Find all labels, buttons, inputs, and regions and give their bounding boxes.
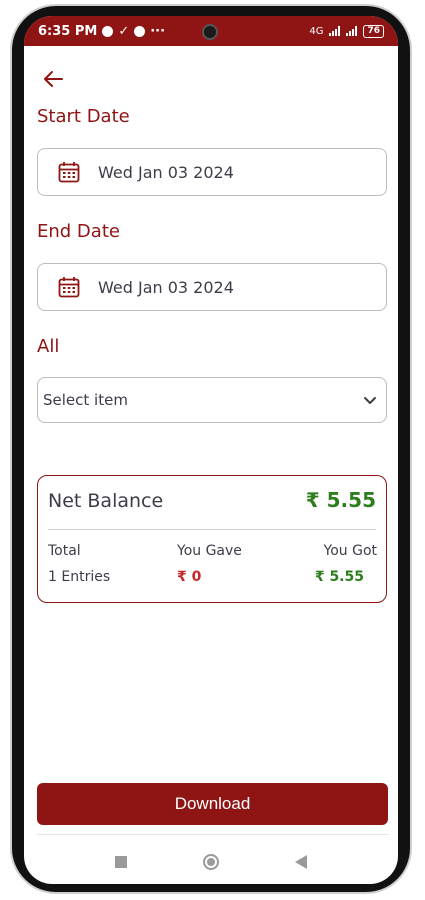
whatsapp-icon bbox=[102, 25, 114, 37]
entries-count: 1 Entries bbox=[48, 569, 111, 585]
balance-card: Net Balance ₹ 5.55 Total You Gave You Go… bbox=[37, 475, 387, 603]
category-label: All bbox=[37, 336, 60, 357]
end-date-field[interactable]: Wed Jan 03 2024 bbox=[37, 263, 387, 311]
back-arrow-icon[interactable] bbox=[42, 68, 64, 90]
start-date-field[interactable]: Wed Jan 03 2024 bbox=[37, 148, 387, 196]
camera-cutout bbox=[202, 24, 218, 40]
start-date-value: Wed Jan 03 2024 bbox=[98, 162, 234, 182]
total-label: Total bbox=[48, 543, 81, 559]
status-time: 6:35 PM bbox=[38, 23, 98, 39]
bottom-divider bbox=[37, 834, 388, 835]
card-divider bbox=[48, 529, 376, 530]
download-button[interactable]: Download bbox=[37, 783, 388, 825]
end-date-value: Wed Jan 03 2024 bbox=[98, 277, 234, 297]
check-icon: ✓ bbox=[118, 23, 130, 39]
app-screen: 6:35 PM ✓ ··· 4G 76 Start Date Wed Jan 0… bbox=[24, 16, 398, 884]
calendar-icon bbox=[58, 162, 80, 183]
you-got-label: You Got bbox=[323, 543, 377, 559]
home-icon[interactable] bbox=[203, 854, 219, 870]
recents-icon[interactable] bbox=[115, 856, 127, 868]
call-icon bbox=[134, 25, 146, 37]
you-gave-label: You Gave bbox=[177, 543, 242, 559]
item-select[interactable]: Select item bbox=[37, 377, 387, 423]
nav-back-icon[interactable] bbox=[295, 855, 307, 869]
you-got-value: ₹ 5.55 bbox=[314, 569, 364, 585]
system-nav-bar bbox=[24, 842, 398, 882]
start-date-label: Start Date bbox=[37, 106, 130, 127]
chevron-down-icon bbox=[364, 397, 376, 404]
status-more: ··· bbox=[150, 23, 166, 39]
signal-icon-2 bbox=[346, 26, 358, 36]
calendar-icon bbox=[58, 277, 80, 298]
status-bar: 6:35 PM ✓ ··· 4G 76 bbox=[24, 16, 398, 46]
net-balance-label: Net Balance bbox=[48, 490, 164, 512]
end-date-label: End Date bbox=[37, 221, 120, 242]
select-placeholder: Select item bbox=[43, 391, 128, 409]
battery-icon: 76 bbox=[363, 24, 384, 38]
you-gave-value: ₹ 0 bbox=[177, 569, 202, 585]
net-balance-value: ₹ 5.55 bbox=[305, 488, 376, 512]
signal-icon bbox=[329, 26, 341, 36]
network-label: 4G bbox=[309, 25, 324, 37]
